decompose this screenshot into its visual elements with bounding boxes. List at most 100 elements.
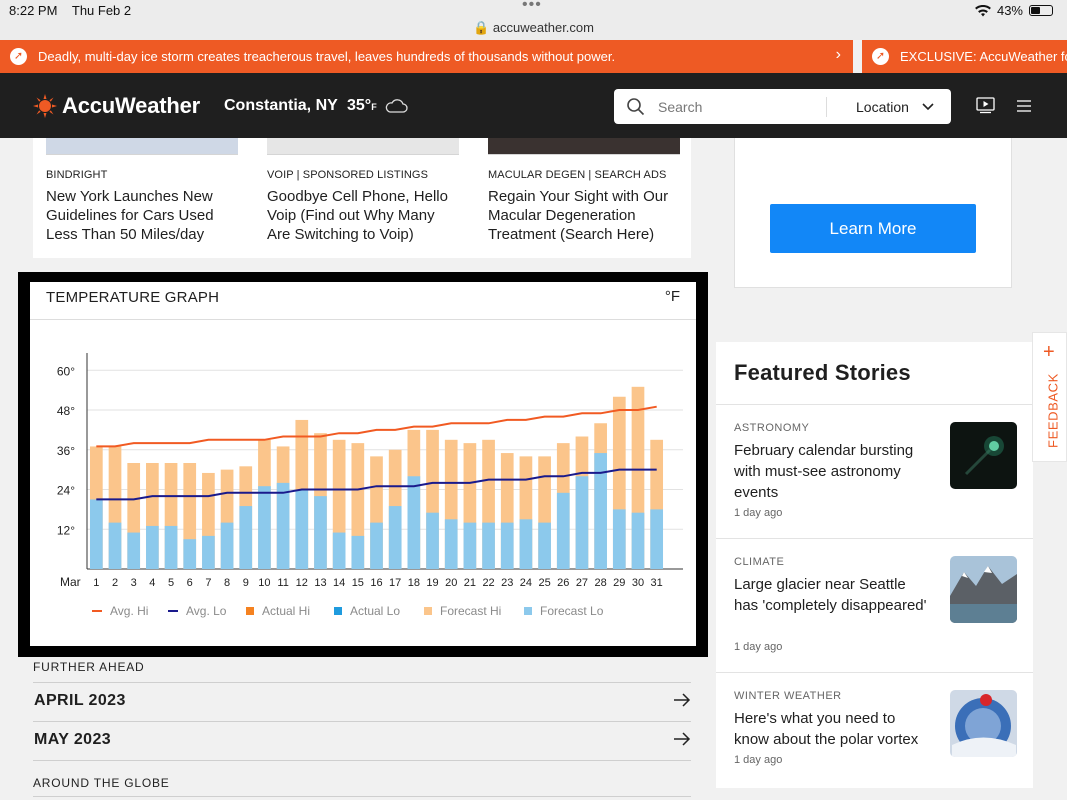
- chevron-down-icon[interactable]: [920, 98, 936, 114]
- month-link-april[interactable]: APRIL 2023: [33, 682, 691, 721]
- x-tick-label: 13: [314, 577, 326, 589]
- story-title[interactable]: Large glacier near Seattle has 'complete…: [734, 574, 934, 616]
- story-time: 1 day ago: [734, 507, 783, 519]
- url-bar[interactable]: 🔒 accuweather.com: [0, 20, 1067, 36]
- current-location[interactable]: Constantia, NY: [224, 97, 338, 115]
- article-tag: BINDRIGHT: [46, 169, 108, 181]
- glacier-image[interactable]: [950, 556, 1017, 623]
- month-link-may[interactable]: MAY 2023: [33, 721, 691, 760]
- legend-swatch: [424, 607, 432, 615]
- chevron-right-icon[interactable]: ›: [836, 46, 841, 64]
- forecast-lo-bar: [370, 522, 383, 569]
- article-image: [267, 138, 459, 155]
- legend-item[interactable]: Avg. Hi: [92, 604, 148, 618]
- feedback-tab[interactable]: + FEEDBACK: [1032, 332, 1067, 462]
- x-tick-label: 15: [352, 577, 364, 589]
- x-tick-label: 4: [149, 577, 155, 589]
- x-tick-label: 7: [205, 577, 211, 589]
- x-tick-label: 6: [187, 577, 193, 589]
- alert-text: EXCLUSIVE: AccuWeather forecasters: [900, 49, 1067, 64]
- x-tick-label: 8: [224, 577, 230, 589]
- forecast-lo-bar: [146, 525, 159, 569]
- story-card[interactable]: ASTRONOMY February calendar bursting wit…: [716, 422, 1033, 542]
- y-tick-label: 24°: [57, 484, 75, 498]
- story-card[interactable]: WINTER WEATHER Here's what you need to k…: [716, 690, 1033, 790]
- learn-more-button[interactable]: Learn More: [770, 204, 976, 253]
- x-tick-label: 5: [168, 577, 174, 589]
- story-time: 1 day ago: [734, 754, 783, 766]
- sponsored-article[interactable]: MACULAR DEGEN | SEARCH ADS Regain Your S…: [488, 138, 680, 244]
- search-input[interactable]: [658, 89, 823, 124]
- forecast-lo-bar: [295, 489, 309, 569]
- legend-label: Avg. Hi: [110, 604, 149, 618]
- arrow-right-icon[interactable]: [673, 732, 691, 746]
- article-title[interactable]: Regain Your Sight with Our Macular Degen…: [488, 187, 680, 244]
- current-temp[interactable]: 35°F: [347, 97, 377, 115]
- arrow-right-icon[interactable]: [673, 693, 691, 707]
- article-tag: VOIP | SPONSORED LISTINGS: [267, 169, 429, 181]
- legend-item[interactable]: Actual Hi: [246, 604, 310, 618]
- legend-item[interactable]: Actual Lo: [334, 604, 400, 618]
- legend-swatch: [524, 607, 532, 615]
- legend-item[interactable]: Forecast Lo: [524, 604, 603, 618]
- forecast-lo-bar: [463, 522, 477, 569]
- article-image: [46, 138, 238, 155]
- search-icon[interactable]: [626, 97, 645, 116]
- x-tick-label: 18: [408, 577, 420, 589]
- status-icons: 43%: [975, 3, 1053, 18]
- legend-label: Avg. Lo: [186, 604, 227, 618]
- legend-label: Actual Hi: [262, 604, 311, 618]
- legend-label: Forecast Lo: [540, 604, 604, 618]
- x-tick-label: 31: [651, 577, 663, 589]
- x-tick-label: 10: [258, 577, 270, 589]
- month-label: APRIL 2023: [34, 692, 126, 709]
- alert-icon: ➚: [872, 48, 889, 65]
- forecast-lo-bar: [89, 499, 103, 569]
- legend-swatch: [168, 610, 178, 612]
- video-icon[interactable]: [976, 97, 995, 114]
- legend-item[interactable]: Forecast Hi: [424, 604, 501, 618]
- search-bar[interactable]: Location: [614, 89, 951, 124]
- sponsored-article[interactable]: VOIP | SPONSORED LISTINGS Goodbye Cell P…: [267, 138, 459, 244]
- forecast-lo-bar: [239, 506, 253, 569]
- story-title[interactable]: Here's what you need to know about the p…: [734, 708, 934, 750]
- hamburger-menu-icon[interactable]: [1016, 99, 1032, 113]
- tab-dots-icon[interactable]: •••: [522, 0, 542, 14]
- x-tick-label: 23: [501, 577, 513, 589]
- story-time: 1 day ago: [734, 641, 783, 653]
- forecast-lo-bar: [164, 525, 178, 569]
- story-card[interactable]: CLIMATE Large glacier near Seattle has '…: [716, 556, 1033, 676]
- sponsored-article[interactable]: BINDRIGHT New York Launches New Guidelin…: [46, 138, 238, 244]
- forecast-lo-bar: [183, 539, 197, 569]
- article-title[interactable]: New York Launches New Guidelines for Car…: [46, 187, 238, 244]
- forecast-lo-bar: [612, 509, 626, 569]
- forecast-lo-bar: [444, 519, 458, 569]
- story-title[interactable]: February calendar bursting with must-see…: [734, 440, 934, 503]
- x-tick-label: 27: [576, 577, 588, 589]
- y-tick-label: 60°: [57, 364, 75, 378]
- article-title[interactable]: Goodbye Cell Phone, Hello Voip (Find out…: [267, 187, 459, 244]
- article-tag: MACULAR DEGEN | SEARCH ADS: [488, 169, 667, 181]
- breaking-alert[interactable]: ➚ Deadly, multi-day ice storm creates tr…: [0, 40, 853, 73]
- legend-item[interactable]: Avg. Lo: [168, 604, 226, 618]
- legend-swatch: [92, 610, 102, 612]
- forecast-lo-bar: [258, 486, 271, 569]
- x-tick-label: 24: [520, 577, 532, 589]
- y-tick-label: 12°: [57, 523, 75, 537]
- legend-label: Forecast Hi: [440, 604, 502, 618]
- logo[interactable]: AccuWeather: [62, 93, 200, 119]
- forecast-lo-bar: [482, 522, 495, 569]
- further-ahead-heading: FURTHER AHEAD: [33, 660, 145, 674]
- polar-vortex-image[interactable]: [950, 690, 1017, 757]
- breaking-alert-2[interactable]: ➚ EXCLUSIVE: AccuWeather forecasters: [862, 40, 1067, 73]
- forecast-lo-bar: [426, 512, 439, 569]
- avg-hi-line: [96, 405, 657, 448]
- location-button[interactable]: Location: [856, 99, 909, 115]
- temperature-graph-card: TEMPERATURE GRAPH °F 12° 24° 36° 48° 60° Mar 1…: [18, 272, 708, 657]
- forecast-lo-bar: [108, 522, 122, 569]
- forecast-lo-bar: [631, 512, 645, 569]
- wifi-icon: [975, 4, 991, 16]
- x-tick-label: 3: [131, 577, 137, 589]
- x-tick-label: 25: [538, 577, 550, 589]
- comet-image[interactable]: [950, 422, 1017, 489]
